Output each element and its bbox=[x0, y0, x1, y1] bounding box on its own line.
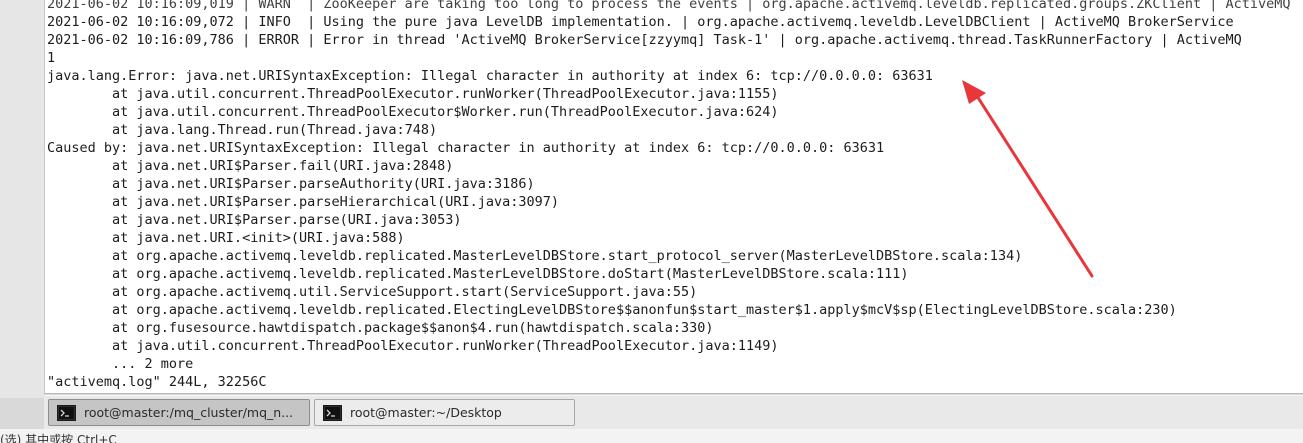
stack-frame-line: at org.fusesource.hawtdispatch.package$$… bbox=[47, 320, 714, 336]
taskbar-item-terminal-desktop[interactable]: root@master:~/Desktop bbox=[314, 399, 575, 426]
stack-frame-line: at java.util.concurrent.ThreadPoolExecut… bbox=[47, 338, 779, 354]
stack-frame-line: at org.apache.activemq.util.ServiceSuppo… bbox=[47, 284, 698, 300]
log-line: 1 bbox=[47, 50, 56, 66]
stack-frame-line: at java.net.URI$Parser.parse(URI.java:30… bbox=[47, 212, 462, 228]
error-line: java.lang.Error: java.net.URISyntaxExcep… bbox=[47, 68, 933, 84]
stack-frame-line: at org.apache.activemq.leveldb.replicate… bbox=[47, 302, 1177, 318]
terminal-output: 2021-06-02 10:16:09,019 | WARN | ZooKeep… bbox=[47, 0, 1291, 391]
log-line: 2021-06-02 10:16:09,072 | INFO | Using t… bbox=[47, 14, 1234, 30]
stack-frame-line: ... 2 more bbox=[47, 356, 194, 372]
bottom-status-bar: (选) 其中或按 Ctrl+C bbox=[0, 429, 1303, 443]
stack-frame-line: at java.net.URI$Parser.parseAuthority(UR… bbox=[47, 176, 535, 192]
taskbar-item-terminal-mq-cluster[interactable]: root@master:/mq_cluster/mq_n... bbox=[48, 399, 310, 426]
taskbar: root@master:/mq_cluster/mq_n... root@mas… bbox=[44, 395, 1303, 429]
log-line: 2021-06-02 10:16:09,786 | ERROR | Error … bbox=[47, 32, 1242, 48]
terminal-icon bbox=[57, 404, 76, 421]
stack-frame-line: at org.apache.activemq.leveldb.replicate… bbox=[47, 266, 909, 282]
stack-frame-line: at org.apache.activemq.leveldb.replicate… bbox=[47, 248, 1023, 264]
terminal-icon bbox=[323, 404, 342, 421]
status-text: (选) 其中或按 Ctrl+C bbox=[0, 433, 117, 443]
vim-status-line: "activemq.log" 244L, 32256C bbox=[47, 374, 267, 390]
caused-by-line: Caused by: java.net.URISyntaxException: … bbox=[47, 140, 885, 156]
stack-frame-line: at java.net.URI.<init>(URI.java:588) bbox=[47, 230, 405, 246]
taskbar-item-label: root@master:~/Desktop bbox=[350, 405, 502, 420]
stack-frame-line: at java.util.concurrent.ThreadPoolExecut… bbox=[47, 86, 779, 102]
stack-frame-line: at java.net.URI$Parser.fail(URI.java:284… bbox=[47, 158, 454, 174]
desktop-edge bbox=[0, 0, 44, 398]
stack-frame-line: at java.lang.Thread.run(Thread.java:748) bbox=[47, 122, 438, 138]
stack-frame-line: at java.net.URI$Parser.parseHierarchical… bbox=[47, 194, 560, 210]
taskbar-item-label: root@master:/mq_cluster/mq_n... bbox=[84, 405, 294, 420]
stack-frame-line: at java.util.concurrent.ThreadPoolExecut… bbox=[47, 104, 779, 120]
log-line: 2021-06-02 10:16:09,019 | WARN | ZooKeep… bbox=[47, 0, 1291, 12]
terminal-window[interactable]: 2021-06-02 10:16:09,019 | WARN | ZooKeep… bbox=[44, 0, 1303, 394]
